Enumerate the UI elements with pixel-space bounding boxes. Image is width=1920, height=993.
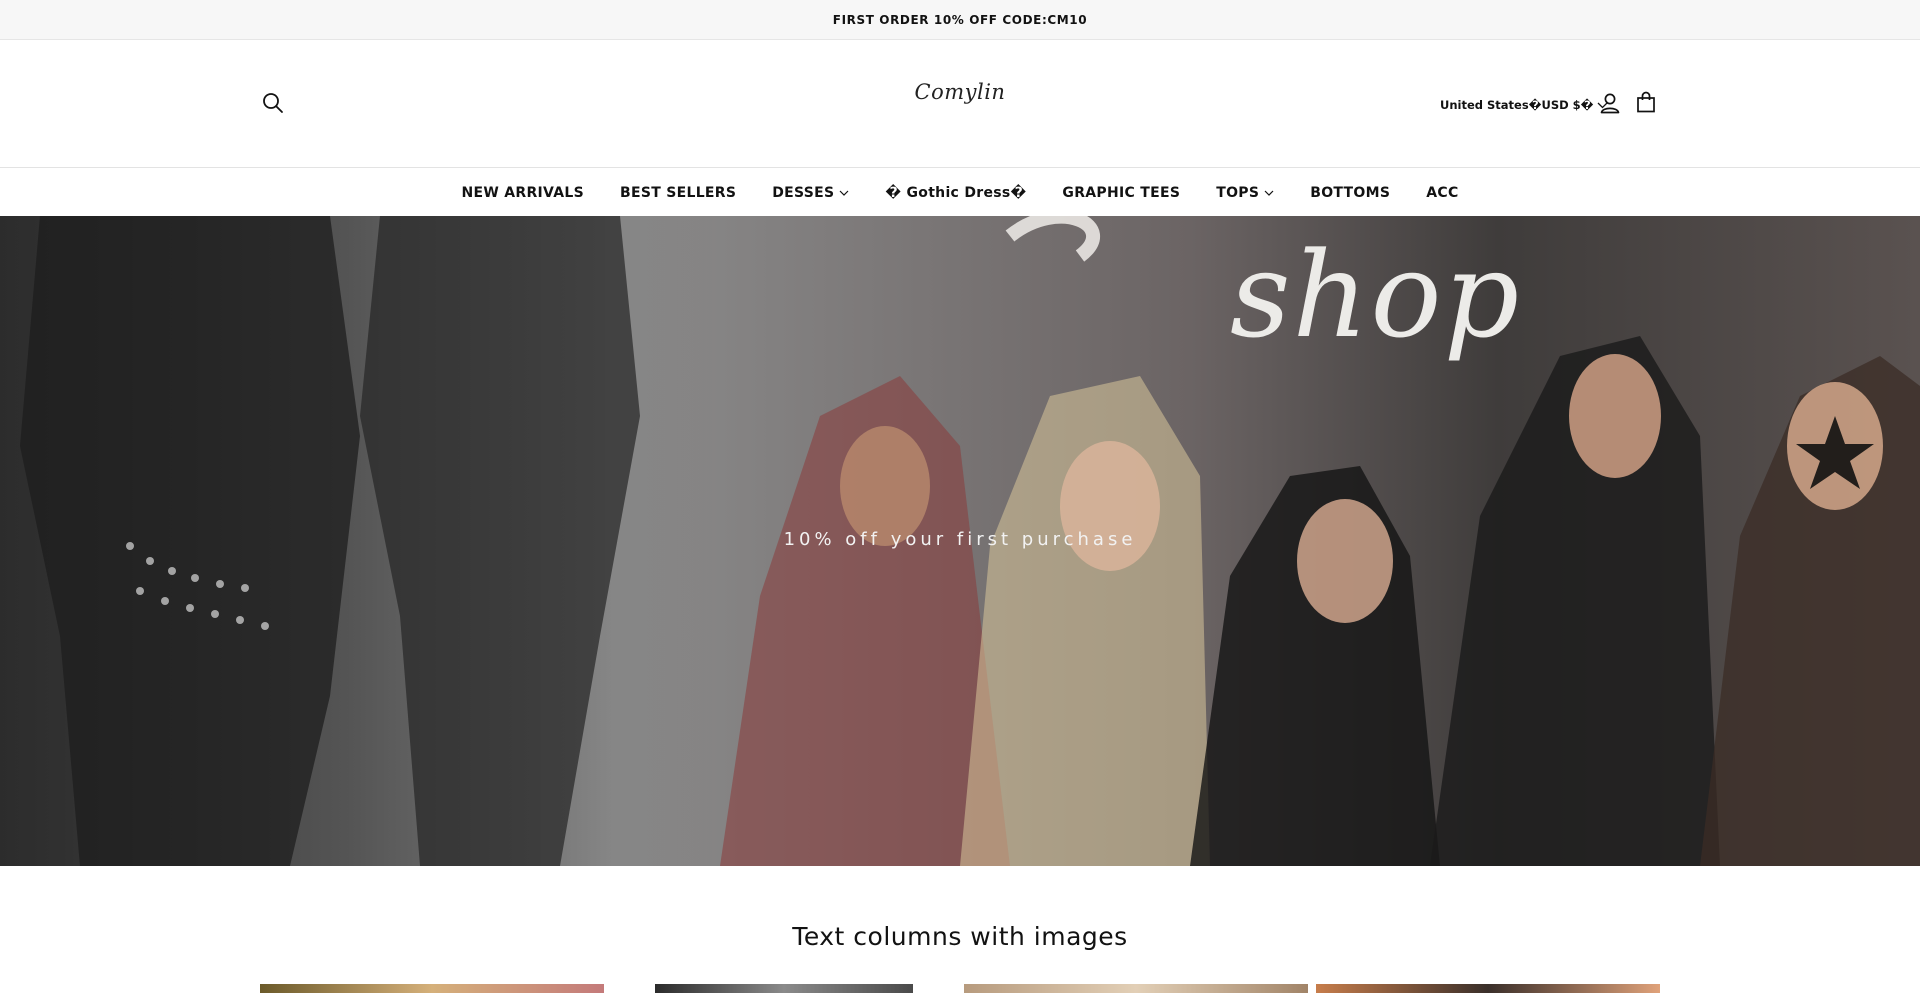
nav-item-dresses[interactable]: DESSES xyxy=(754,185,867,201)
hero-script-text: shop xyxy=(1230,226,1522,364)
account-button[interactable] xyxy=(1599,92,1621,116)
nav-item-tops[interactable]: TOPS xyxy=(1198,185,1292,201)
chevron-down-icon xyxy=(1264,190,1274,196)
column-image[interactable] xyxy=(655,984,913,993)
nav-item-gothic-dress[interactable]: � Gothic Dress� xyxy=(867,185,1044,201)
store-logo[interactable]: Comylin xyxy=(880,80,1040,104)
nav-item-bottoms[interactable]: BOTTOMS xyxy=(1292,185,1408,201)
announcement-bar: FIRST ORDER 10% OFF CODE:CM10 xyxy=(0,0,1920,40)
column-image[interactable] xyxy=(1316,984,1660,993)
nav-item-label: NEW ARRIVALS xyxy=(461,184,584,201)
hero-banner[interactable]: shop 10% off your first purchase xyxy=(0,216,1920,866)
section-title: Text columns with images xyxy=(792,922,1128,951)
nav-item-label: BOTTOMS xyxy=(1310,184,1391,201)
cart-button[interactable] xyxy=(1636,91,1658,115)
site-header: Comylin United States�USD $� xyxy=(0,40,1920,168)
column-image[interactable] xyxy=(260,984,604,993)
nav-item-label: TOPS xyxy=(1216,184,1260,201)
nav-item-label: BEST SELLERS xyxy=(619,184,737,201)
nav-item-label: ACC xyxy=(1426,184,1459,201)
user-icon xyxy=(1600,93,1620,114)
shopping-bag-icon xyxy=(1637,91,1655,113)
hero-heading: 10% off your first purchase xyxy=(783,529,1137,550)
locale-label: United States�USD $� xyxy=(1440,98,1594,112)
nav-item-label: GRAPHIC TEES xyxy=(1062,184,1181,201)
chevron-down-icon xyxy=(839,190,849,196)
nav-item-label: � Gothic Dress� xyxy=(885,184,1027,201)
nav-item-label: DESSES xyxy=(772,184,835,201)
nav-item-new-arrivals[interactable]: NEW ARRIVALS xyxy=(443,185,602,201)
nav-item-acc[interactable]: ACC xyxy=(1408,185,1476,201)
nav-item-graphic-tees[interactable]: GRAPHIC TEES xyxy=(1044,185,1198,201)
country-currency-selector[interactable]: United States�USD $� xyxy=(1440,96,1608,114)
column-image[interactable] xyxy=(964,984,1308,993)
main-navigation: NEW ARRIVALS BEST SELLERS DESSES � Gothi… xyxy=(0,169,1920,216)
search-button[interactable] xyxy=(262,92,286,116)
text-columns-images xyxy=(0,984,1920,993)
nav-item-best-sellers[interactable]: BEST SELLERS xyxy=(602,185,754,201)
announcement-text: FIRST ORDER 10% OFF CODE:CM10 xyxy=(832,12,1088,27)
search-icon xyxy=(263,93,283,113)
